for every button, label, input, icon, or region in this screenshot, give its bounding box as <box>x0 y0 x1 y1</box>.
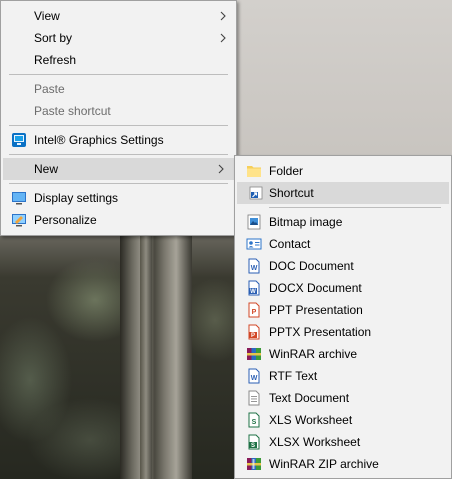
menu-separator <box>9 74 228 75</box>
submenu-item-label: Text Document <box>269 391 350 405</box>
word-doc-icon: W <box>248 258 260 274</box>
submenu-item-shortcut[interactable]: Shortcut <box>237 182 449 204</box>
pptx-icon: P <box>248 324 260 340</box>
submenu-item-winrar-zip-archive[interactable]: WinRAR ZIP archive <box>235 453 451 475</box>
ppt-icon: P <box>248 302 260 318</box>
submenu-item-label: DOC Document <box>269 259 354 273</box>
submenu-item-label: DOCX Document <box>269 281 362 295</box>
menu-item-label: Paste <box>34 82 65 96</box>
submenu-item-winrar-archive[interactable]: WinRAR archive <box>235 343 451 365</box>
menu-item-new[interactable]: New <box>3 158 234 180</box>
submenu-item-label: RTF Text <box>269 369 318 383</box>
menu-item-view[interactable]: View <box>1 5 236 27</box>
menu-item-display-settings[interactable]: Display settings <box>1 187 236 209</box>
submenu-item-doc-document[interactable]: W DOC Document <box>235 255 451 277</box>
menu-item-label: Paste shortcut <box>34 104 111 118</box>
submenu-item-folder[interactable]: Folder <box>235 160 451 182</box>
new-submenu: Folder Shortcut Bitmap image Contact W D… <box>234 155 452 479</box>
menu-item-paste-shortcut: Paste shortcut <box>1 100 236 122</box>
menu-item-label: Refresh <box>34 53 77 67</box>
menu-item-paste: Paste <box>1 78 236 100</box>
wallpaper-window-frame <box>120 236 192 479</box>
rtf-icon: W <box>248 368 260 384</box>
intel-graphics-icon <box>12 133 26 147</box>
submenu-item-label: XLSX Worksheet <box>269 435 361 449</box>
text-doc-icon <box>248 390 260 406</box>
submenu-item-label: PPT Presentation <box>269 303 363 317</box>
xlsx-icon: S <box>248 434 260 450</box>
menu-item-label: View <box>34 9 60 23</box>
menu-item-refresh[interactable]: Refresh <box>1 49 236 71</box>
menu-separator <box>269 207 441 208</box>
submenu-item-pptx-presentation[interactable]: P PPTX Presentation <box>235 321 451 343</box>
submenu-item-label: WinRAR archive <box>269 347 358 361</box>
submenu-item-xlsx-worksheet[interactable]: S XLSX Worksheet <box>235 431 451 453</box>
chevron-right-icon <box>218 164 224 174</box>
submenu-item-docx-document[interactable]: W DOCX Document <box>235 277 451 299</box>
svg-text:S: S <box>252 419 257 426</box>
submenu-item-label: Folder <box>269 164 304 178</box>
svg-text:S: S <box>251 443 255 449</box>
winrar-icon <box>247 348 261 360</box>
menu-separator <box>9 125 228 126</box>
menu-item-label: New <box>34 162 59 176</box>
submenu-item-label: Contact <box>269 237 311 251</box>
chevron-right-icon <box>220 33 226 43</box>
menu-item-label: Sort by <box>34 31 73 45</box>
menu-item-label: Personalize <box>34 213 97 227</box>
folder-icon <box>247 166 261 177</box>
menu-item-intel-graphics-settings[interactable]: Intel® Graphics Settings <box>1 129 236 151</box>
menu-separator <box>9 183 228 184</box>
wallpaper-frame-post <box>140 236 152 479</box>
svg-text:P: P <box>251 333 255 339</box>
menu-item-label: Display settings <box>34 191 119 205</box>
menu-item-label: Intel® Graphics Settings <box>34 133 164 147</box>
menu-item-sort-by[interactable]: Sort by <box>1 27 236 49</box>
personalize-icon <box>12 214 26 227</box>
xls-icon: S <box>248 412 260 428</box>
submenu-item-rtf-text[interactable]: W RTF Text <box>235 365 451 387</box>
menu-separator <box>9 154 228 155</box>
submenu-item-label: Bitmap image <box>269 215 343 229</box>
desktop-context-menu: View Sort by Refresh Paste Paste shortcu… <box>0 0 237 236</box>
menu-item-personalize[interactable]: Personalize <box>1 209 236 231</box>
winrar-zip-icon <box>247 458 261 470</box>
svg-text:W: W <box>251 375 258 382</box>
submenu-item-bitmap-image[interactable]: Bitmap image <box>235 211 451 233</box>
submenu-item-label: XLS Worksheet <box>269 413 353 427</box>
submenu-item-ppt-presentation[interactable]: P PPT Presentation <box>235 299 451 321</box>
submenu-item-text-document[interactable]: Text Document <box>235 387 451 409</box>
svg-text:W: W <box>251 265 258 272</box>
submenu-item-contact[interactable]: Contact <box>235 233 451 255</box>
submenu-item-label: Shortcut <box>269 186 314 200</box>
svg-text:P: P <box>252 309 257 316</box>
svg-text:W: W <box>250 289 256 295</box>
chevron-right-icon <box>220 11 226 21</box>
submenu-item-label: WinRAR ZIP archive <box>269 457 379 471</box>
shortcut-icon <box>249 186 263 200</box>
submenu-item-label: PPTX Presentation <box>269 325 372 339</box>
display-settings-icon <box>12 192 26 205</box>
contact-icon <box>246 238 262 250</box>
word-docx-icon: W <box>248 280 260 296</box>
bitmap-icon <box>247 214 261 230</box>
submenu-item-xls-worksheet[interactable]: S XLS Worksheet <box>235 409 451 431</box>
